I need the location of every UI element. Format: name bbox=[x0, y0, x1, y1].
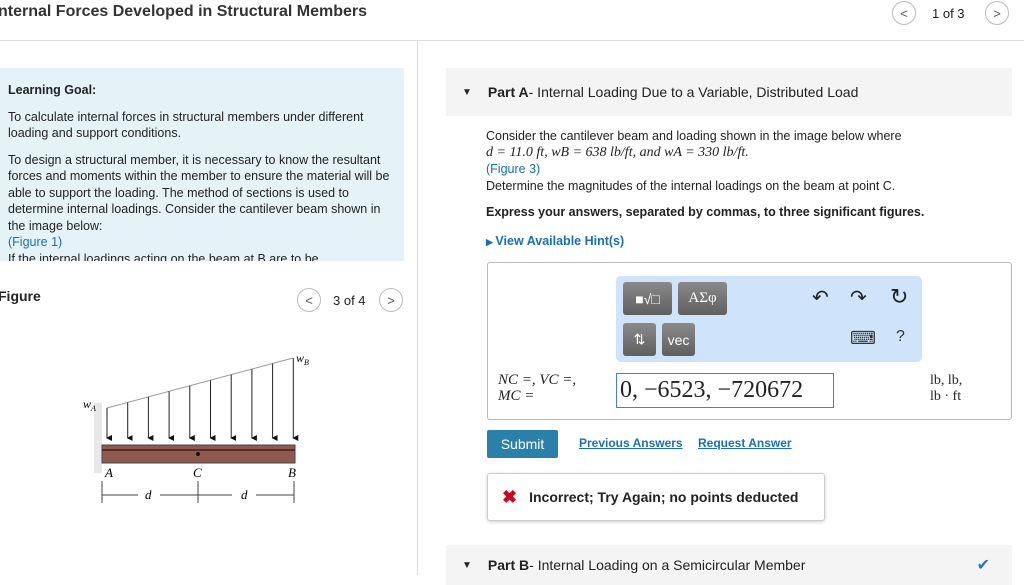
next-page-button[interactable]: > bbox=[985, 1, 1009, 25]
part-a-header[interactable]: ▼ Part A - Internal Loading Due to a Var… bbox=[446, 68, 1012, 116]
goal-text: If the internal loadings acting on the b… bbox=[8, 251, 319, 262]
part-b-header[interactable]: ▼ Part B - Internal Loading on a Semicir… bbox=[446, 545, 1012, 585]
wall-support bbox=[94, 403, 102, 473]
svg-text:wA: wA bbox=[83, 397, 96, 413]
figure-heading: Figure bbox=[0, 288, 41, 304]
divider bbox=[0, 40, 1024, 41]
x-icon: ✖ bbox=[502, 486, 518, 507]
svg-text:d: d bbox=[241, 487, 248, 502]
answer-label: NC =, VC =, MC = bbox=[498, 372, 576, 404]
hint-label: View Available Hint(s) bbox=[495, 233, 625, 248]
problem-text: Determine the magnitudes of the internal… bbox=[486, 178, 896, 193]
units-line: lb · ft bbox=[930, 389, 962, 404]
redo-icon[interactable]: ↷ bbox=[850, 285, 867, 310]
units-label: lb, lb, lb · ft bbox=[930, 373, 962, 405]
caret-right-icon: ▶ bbox=[486, 236, 496, 247]
units-line: lb, lb, bbox=[930, 373, 963, 388]
instruction: Express your answers, separated by comma… bbox=[486, 205, 925, 219]
chevron-left-icon: < bbox=[900, 5, 908, 21]
answer-label-line: NC =, VC =, bbox=[498, 372, 577, 388]
request-answer-link[interactable]: Request Answer bbox=[698, 436, 792, 450]
figure-next-button[interactable]: > bbox=[379, 288, 403, 312]
chevron-right-icon: > bbox=[993, 5, 1001, 21]
problem-values: d = 11.0 ft, wB = 638 lb/ft, and wA = 33… bbox=[486, 144, 749, 160]
figure-prev-button[interactable]: < bbox=[297, 288, 321, 312]
goal-text: To calculate internal forces in structur… bbox=[8, 109, 364, 141]
svg-text:B: B bbox=[288, 465, 296, 480]
chevron-left-icon: < bbox=[305, 292, 313, 308]
goal-text: To design a structural member, it is nec… bbox=[8, 152, 390, 233]
help-icon[interactable]: ? bbox=[896, 328, 905, 346]
learning-goal: Learning Goal: To calculate internal for… bbox=[0, 68, 404, 261]
svg-text:d: d bbox=[145, 487, 152, 502]
check-icon: ✔ bbox=[976, 557, 990, 574]
previous-answers-link[interactable]: Previous Answers bbox=[579, 436, 683, 450]
arrows-button[interactable]: ⇅ bbox=[623, 323, 656, 356]
caret-down-icon: ▼ bbox=[462, 559, 472, 571]
math-toolbar: ■√□ ΑΣφ ⇅ vec ↶ ↷ ↻ ⌨ ? bbox=[616, 276, 922, 362]
submit-button[interactable]: Submit bbox=[487, 430, 558, 458]
goal-heading: Learning Goal: bbox=[8, 83, 97, 97]
figure-pager: 3 of 4 bbox=[333, 293, 366, 308]
part-a-label: Part A bbox=[487, 84, 529, 100]
problem-text: Consider the cantilever beam and loading… bbox=[486, 129, 902, 143]
chevron-right-icon: > bbox=[387, 292, 395, 308]
greek-button[interactable]: ΑΣφ bbox=[678, 282, 727, 315]
part-a-body: Consider the cantilever beam and loading… bbox=[486, 128, 986, 250]
load-line bbox=[106, 357, 294, 409]
beam-figure: wA wB A C B d d bbox=[83, 351, 309, 503]
page-title: nternal Forces Developed in Structural M… bbox=[0, 3, 367, 20]
svg-text:wB: wB bbox=[296, 351, 309, 367]
svg-text:C: C bbox=[193, 465, 202, 480]
answer-input[interactable]: 0, −6523, −720672 bbox=[616, 373, 834, 408]
divider bbox=[417, 40, 418, 575]
feedback-message: ✖ Incorrect; Try Again; no points deducte… bbox=[487, 473, 825, 521]
part-a-title: - Internal Loading Due to a Variable, Di… bbox=[528, 84, 859, 100]
load-arrows bbox=[106, 358, 299, 441]
templates-button[interactable]: ■√□ bbox=[623, 282, 672, 315]
feedback-text: Incorrect; Try Again; no points deducted bbox=[529, 489, 799, 505]
part-b-label: Part B bbox=[487, 557, 530, 573]
page-indicator: 1 of 3 bbox=[932, 6, 965, 21]
hint-toggle[interactable]: ▶ View Available Hint(s) bbox=[486, 233, 986, 251]
vec-button[interactable]: vec bbox=[662, 323, 695, 356]
svg-text:A: A bbox=[104, 465, 113, 480]
figure-3-link[interactable]: (Figure 3) bbox=[486, 161, 986, 178]
part-b-title: - Internal Loading on a Semicircular Mem… bbox=[529, 557, 806, 573]
reset-icon[interactable]: ↻ bbox=[890, 284, 908, 310]
figure-link[interactable]: (Figure 1) bbox=[8, 234, 396, 251]
caret-down-icon: ▼ bbox=[462, 86, 472, 98]
keyboard-icon[interactable]: ⌨ bbox=[850, 328, 876, 349]
point-c bbox=[196, 452, 200, 456]
prev-page-button[interactable]: < bbox=[892, 1, 916, 25]
answer-label-line: MC = bbox=[498, 388, 535, 404]
undo-icon[interactable]: ↶ bbox=[812, 285, 829, 310]
